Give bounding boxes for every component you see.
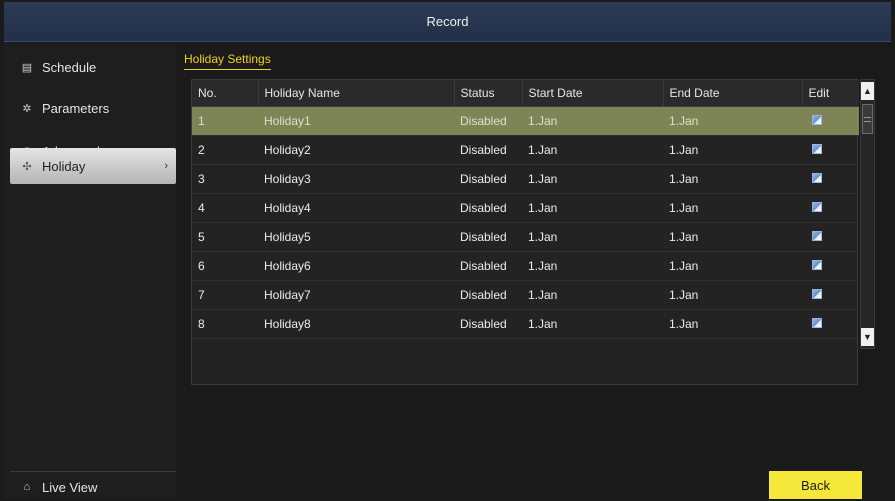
holiday-icon: ✣ xyxy=(22,160,32,173)
column-header-no: No. xyxy=(192,80,259,107)
cell-holiday-name: Holiday8 xyxy=(264,316,311,331)
cell-start-date: 1.Jan xyxy=(528,229,558,244)
cell-end-date: 1.Jan xyxy=(669,316,699,331)
home-icon: ⌂ xyxy=(23,481,31,493)
cell-no: 7 xyxy=(198,287,205,302)
cell-edit xyxy=(802,222,859,251)
table-row[interactable]: 4 Holiday4 Disabled 1.Jan 1.Jan xyxy=(192,193,859,222)
cell-edit xyxy=(802,164,859,193)
cell-start-date: 1.Jan xyxy=(528,287,558,302)
column-header-end-date: End Date xyxy=(663,80,803,107)
cell-no: 1 xyxy=(198,113,205,128)
edit-icon[interactable] xyxy=(812,230,822,241)
cell-edit xyxy=(802,251,859,280)
holiday-table: No. Holiday Name Status Start Date End D… xyxy=(192,80,859,339)
table-row[interactable]: 7 Holiday7 Disabled 1.Jan 1.Jan xyxy=(192,280,859,309)
scroll-down-icon[interactable]: ▼ xyxy=(861,328,874,346)
cell-no: 4 xyxy=(198,200,205,215)
sidebar-divider xyxy=(10,471,176,472)
back-button[interactable]: Back xyxy=(769,471,862,499)
table-row[interactable]: 6 Holiday6 Disabled 1.Jan 1.Jan xyxy=(192,251,859,280)
edit-icon[interactable] xyxy=(812,288,822,299)
cell-status: Disabled xyxy=(460,229,507,244)
sidebar-item-label: Parameters xyxy=(42,100,110,116)
cell-start-date: 1.Jan xyxy=(528,200,558,215)
cell-no: 2 xyxy=(198,142,205,157)
live-view-label: Live View xyxy=(42,479,98,495)
sidebar-item-schedule[interactable]: ▤ Schedule xyxy=(10,49,176,85)
cell-holiday-name: Holiday2 xyxy=(264,142,311,157)
cell-holiday-name: Holiday3 xyxy=(264,171,311,186)
cell-start-date: 1.Jan xyxy=(528,113,558,128)
cell-start-date: 1.Jan xyxy=(528,142,558,157)
cell-no: 3 xyxy=(198,171,205,186)
table-row[interactable]: 1 Holiday1 Disabled 1.Jan 1.Jan xyxy=(192,106,859,135)
scroll-thumb[interactable] xyxy=(862,104,873,134)
cell-status: Disabled xyxy=(460,287,507,302)
live-view-button[interactable]: ⌂ Live View xyxy=(10,475,176,499)
cell-holiday-name: Holiday7 xyxy=(264,287,311,302)
table-row[interactable]: 5 Holiday5 Disabled 1.Jan 1.Jan xyxy=(192,222,859,251)
edit-icon[interactable] xyxy=(812,114,822,125)
cell-end-date: 1.Jan xyxy=(669,258,699,273)
cell-end-date: 1.Jan xyxy=(669,200,699,215)
cell-edit xyxy=(802,280,859,309)
cell-status: Disabled xyxy=(460,316,507,331)
cell-end-date: 1.Jan xyxy=(669,113,699,128)
column-header-start-date: Start Date xyxy=(522,80,664,107)
sidebar-item-label: Holiday xyxy=(42,158,86,174)
cell-start-date: 1.Jan xyxy=(528,258,558,273)
cell-no: 5 xyxy=(198,229,205,244)
gear-icon: ✲ xyxy=(22,102,32,115)
edit-icon[interactable] xyxy=(812,143,822,154)
cell-no: 8 xyxy=(198,316,205,331)
cell-start-date: 1.Jan xyxy=(528,171,558,186)
main-panel: Holiday Settings No. Holiday Name Status… xyxy=(176,43,891,499)
cell-status: Disabled xyxy=(460,200,507,215)
cell-no: 6 xyxy=(198,258,205,273)
holiday-table-container: No. Holiday Name Status Start Date End D… xyxy=(191,79,859,385)
schedule-icon: ▤ xyxy=(21,61,33,74)
cell-end-date: 1.Jan xyxy=(669,171,699,186)
table-row[interactable]: 2 Holiday2 Disabled 1.Jan 1.Jan xyxy=(192,135,859,164)
cell-holiday-name: Holiday6 xyxy=(264,258,311,273)
window-title: Record xyxy=(426,14,469,29)
cell-holiday-name: Holiday4 xyxy=(264,200,311,215)
column-header-holiday-name: Holiday Name xyxy=(258,80,455,107)
edit-icon[interactable] xyxy=(812,172,822,183)
table-scrollbar[interactable]: ▲ ▼ xyxy=(860,79,875,349)
section-title: Holiday Settings xyxy=(184,52,271,70)
column-header-status: Status xyxy=(454,80,523,107)
cell-edit xyxy=(802,135,859,164)
sidebar: ▤ Schedule ✲ Parameters ⚙ Advanced ✣ Hol… xyxy=(4,43,176,499)
sidebar-item-holiday[interactable]: ✣ Holiday › xyxy=(10,148,176,184)
sidebar-item-label: Schedule xyxy=(42,59,97,75)
sidebar-item-parameters[interactable]: ✲ Parameters xyxy=(10,90,176,126)
table-header-row: No. Holiday Name Status Start Date End D… xyxy=(192,80,859,107)
edit-icon[interactable] xyxy=(812,201,822,212)
cell-status: Disabled xyxy=(460,142,507,157)
edit-icon[interactable] xyxy=(812,317,822,328)
cell-status: Disabled xyxy=(460,171,507,186)
column-header-edit: Edit xyxy=(802,80,859,107)
cell-end-date: 1.Jan xyxy=(669,142,699,157)
cell-status: Disabled xyxy=(460,258,507,273)
cell-end-date: 1.Jan xyxy=(669,229,699,244)
table-row[interactable]: 8 Holiday8 Disabled 1.Jan 1.Jan xyxy=(192,309,859,338)
cell-edit xyxy=(802,106,859,135)
cell-holiday-name: Holiday1 xyxy=(264,113,311,128)
cell-edit xyxy=(802,193,859,222)
scroll-up-icon[interactable]: ▲ xyxy=(861,82,874,100)
chevron-right-icon: › xyxy=(164,160,168,172)
edit-icon[interactable] xyxy=(812,259,822,270)
cell-end-date: 1.Jan xyxy=(669,287,699,302)
window-title-bar: Record xyxy=(4,2,891,42)
cell-holiday-name: Holiday5 xyxy=(264,229,311,244)
cell-edit xyxy=(802,309,859,338)
cell-start-date: 1.Jan xyxy=(528,316,558,331)
table-row[interactable]: 3 Holiday3 Disabled 1.Jan 1.Jan xyxy=(192,164,859,193)
cell-status: Disabled xyxy=(460,113,507,128)
